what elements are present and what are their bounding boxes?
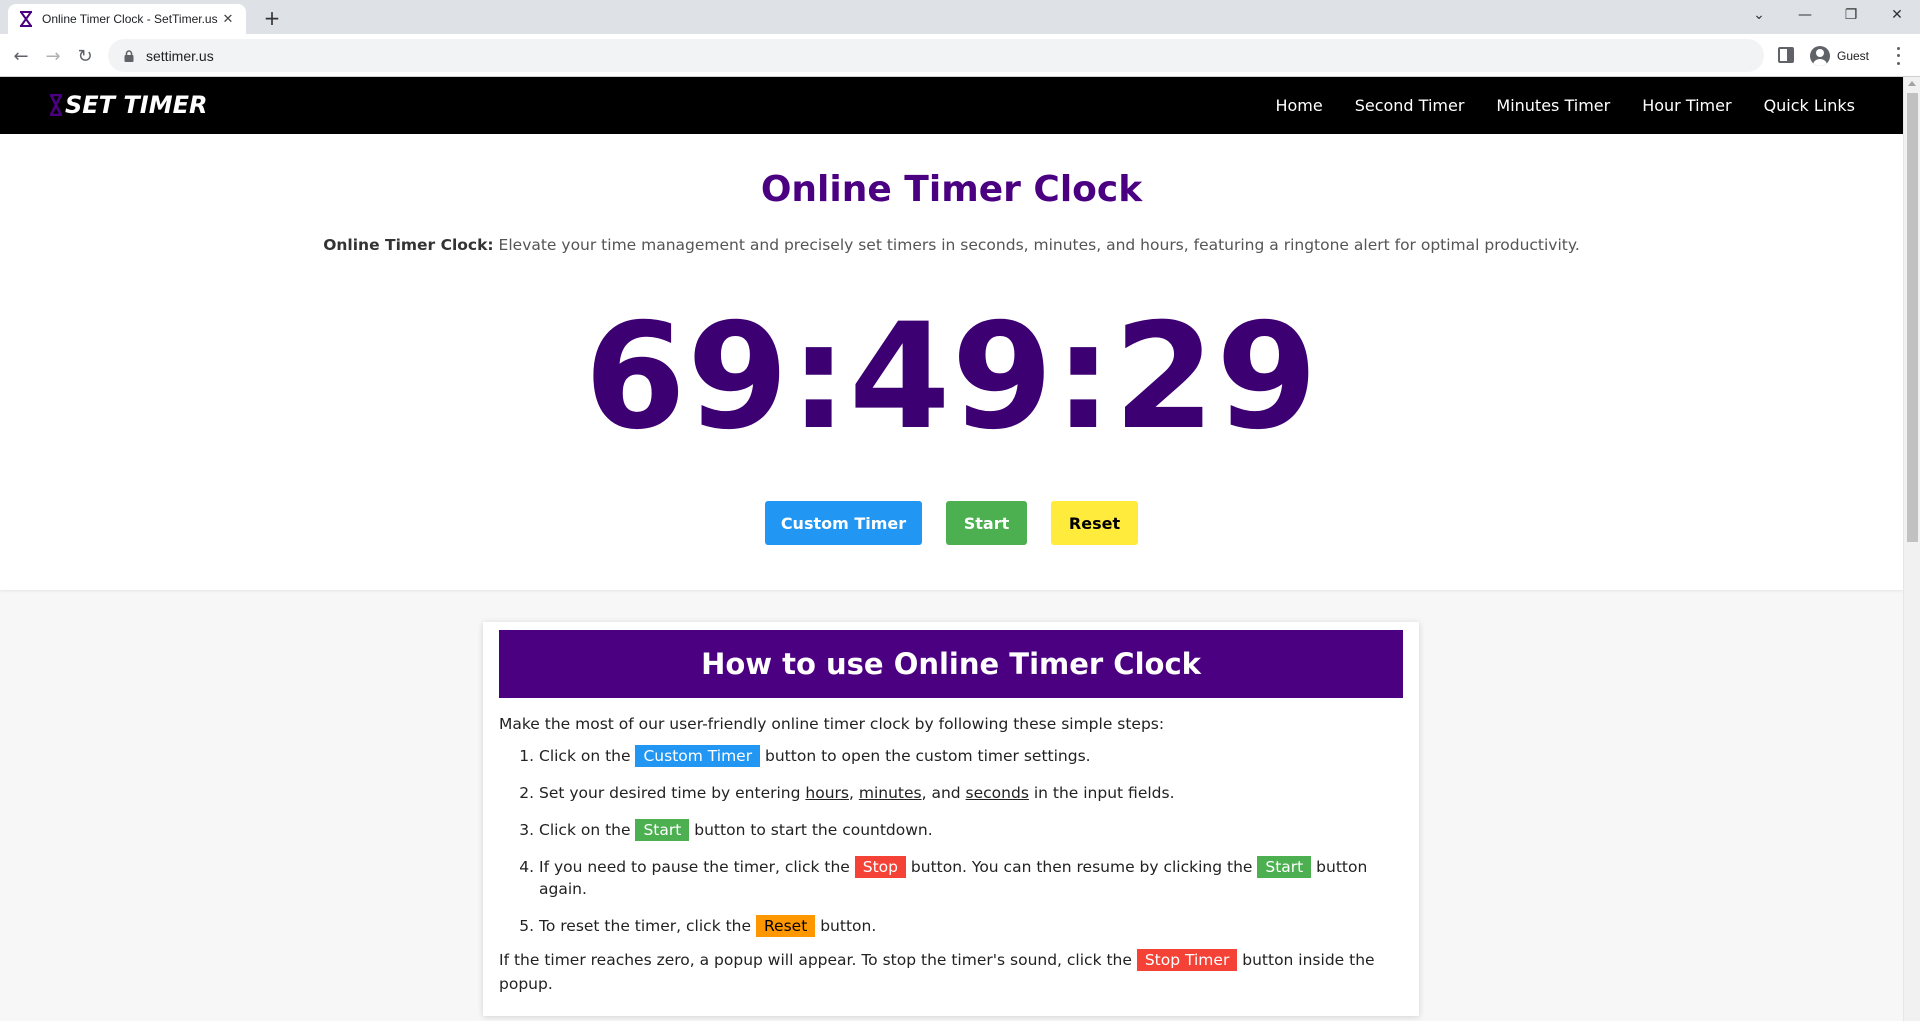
step-text: in the input fields. xyxy=(1028,784,1175,802)
tab-close-icon[interactable]: ✕ xyxy=(220,12,236,27)
step-text: To reset the timer, click the xyxy=(539,917,756,935)
description-bold: Online Timer Clock: xyxy=(323,236,494,254)
timer-display: 69:49:29 xyxy=(584,292,1319,462)
hourglass-icon xyxy=(18,11,34,27)
scroll-thumb[interactable] xyxy=(1907,93,1918,542)
avatar-icon xyxy=(1810,46,1830,66)
start-tag: Start xyxy=(635,819,690,841)
site-header: SET TIMER Home Second Timer Minutes Time… xyxy=(0,77,1903,134)
seconds-term: seconds xyxy=(965,784,1029,802)
start-button[interactable]: Start xyxy=(946,501,1027,545)
step-text: button. xyxy=(815,917,877,935)
start-tag: Start xyxy=(1257,856,1312,878)
step-text: , and xyxy=(921,784,966,802)
hourglass-icon xyxy=(49,94,63,116)
timer-section: Online Timer Clock Online Timer Clock: E… xyxy=(0,134,1903,590)
how-to-intro: Make the most of our user-friendly onlin… xyxy=(499,715,1165,733)
step-text: , xyxy=(848,784,859,802)
nav-home[interactable]: Home xyxy=(1275,96,1322,115)
tab-search-button[interactable]: ⌄ xyxy=(1736,0,1782,30)
browser-tab[interactable]: Online Timer Clock - SetTimer.us ✕ xyxy=(8,4,246,34)
how-to-steps: Click on the Custom Timer button to open… xyxy=(499,745,1403,937)
minutes-term: minutes xyxy=(858,784,922,802)
how-to-title: How to use Online Timer Clock xyxy=(499,630,1403,698)
site-logo[interactable]: SET TIMER xyxy=(49,91,207,119)
stop-timer-tag: Stop Timer xyxy=(1136,949,1238,971)
minimize-button[interactable]: — xyxy=(1782,0,1828,30)
step-text: button to open the custom timer settings… xyxy=(760,747,1091,765)
custom-timer-tag: Custom Timer xyxy=(635,745,761,767)
new-tab-button[interactable]: + xyxy=(258,4,286,32)
step-item: Click on the Custom Timer button to open… xyxy=(539,745,1403,767)
hours-term: hours xyxy=(805,784,849,802)
scroll-up-icon[interactable] xyxy=(1908,81,1916,86)
address-bar[interactable]: settimer.us xyxy=(108,39,1764,72)
how-to-outro: If the timer reaches zero, a popup will … xyxy=(499,948,1403,996)
outro-text: If the timer reaches zero, a popup will … xyxy=(499,951,1137,969)
logo-text: SET TIMER xyxy=(65,91,208,119)
nav-quick-links[interactable]: Quick Links xyxy=(1764,96,1855,115)
reset-tag: Reset xyxy=(755,915,816,937)
browser-toolbar: ← → ↻ settimer.us Guest xyxy=(0,34,1920,77)
page-scrollbar[interactable] xyxy=(1903,77,1920,1021)
lock-icon[interactable] xyxy=(122,49,136,63)
step-text: button to start the countdown. xyxy=(689,821,933,839)
step-text: If you need to pause the timer, click th… xyxy=(539,858,855,876)
step-text: Click on the xyxy=(539,821,636,839)
description-text: Elevate your time management and precise… xyxy=(493,236,1580,254)
stop-tag: Stop xyxy=(854,856,906,878)
timer-controls: Custom Timer Start Reset xyxy=(0,501,1903,545)
close-window-button[interactable]: ✕ xyxy=(1874,0,1920,30)
how-to-section: How to use Online Timer Clock Make the m… xyxy=(483,622,1419,1016)
url-text[interactable]: settimer.us xyxy=(146,48,214,64)
step-item: Set your desired time by entering hours,… xyxy=(539,782,1403,804)
reset-button[interactable]: Reset xyxy=(1051,501,1138,545)
profile-label: Guest xyxy=(1837,49,1870,63)
custom-timer-button[interactable]: Custom Timer xyxy=(765,501,922,545)
restore-button[interactable]: ❐ xyxy=(1828,0,1874,30)
page-viewport: SET TIMER Home Second Timer Minutes Time… xyxy=(0,77,1920,1021)
step-text: button. You can then resume by clicking … xyxy=(906,858,1258,876)
step-item: If you need to pause the timer, click th… xyxy=(539,856,1403,900)
back-button[interactable]: ← xyxy=(7,42,35,70)
step-text: Set your desired time by entering xyxy=(539,784,806,802)
nav-minutes-timer[interactable]: Minutes Timer xyxy=(1496,96,1610,115)
profile-button[interactable]: Guest xyxy=(1806,42,1879,70)
more-menu-icon[interactable] xyxy=(1890,45,1906,67)
site-nav: Home Second Timer Minutes Timer Hour Tim… xyxy=(1243,77,1855,134)
nav-second-timer[interactable]: Second Timer xyxy=(1355,96,1465,115)
forward-button[interactable]: → xyxy=(39,42,67,70)
page-description: Online Timer Clock: Elevate your time ma… xyxy=(0,236,1903,254)
nav-hour-timer[interactable]: Hour Timer xyxy=(1642,96,1731,115)
side-panel-icon[interactable] xyxy=(1778,47,1794,63)
step-item: To reset the timer, click the Reset butt… xyxy=(539,915,1403,937)
browser-tabstrip: Online Timer Clock - SetTimer.us ✕ + ⌄ —… xyxy=(0,0,1920,34)
reload-button[interactable]: ↻ xyxy=(71,42,99,70)
page-title: Online Timer Clock xyxy=(760,169,1143,210)
tab-title: Online Timer Clock - SetTimer.us xyxy=(42,12,218,26)
step-text: Click on the xyxy=(539,747,636,765)
step-item: Click on the Start button to start the c… xyxy=(539,819,1403,841)
